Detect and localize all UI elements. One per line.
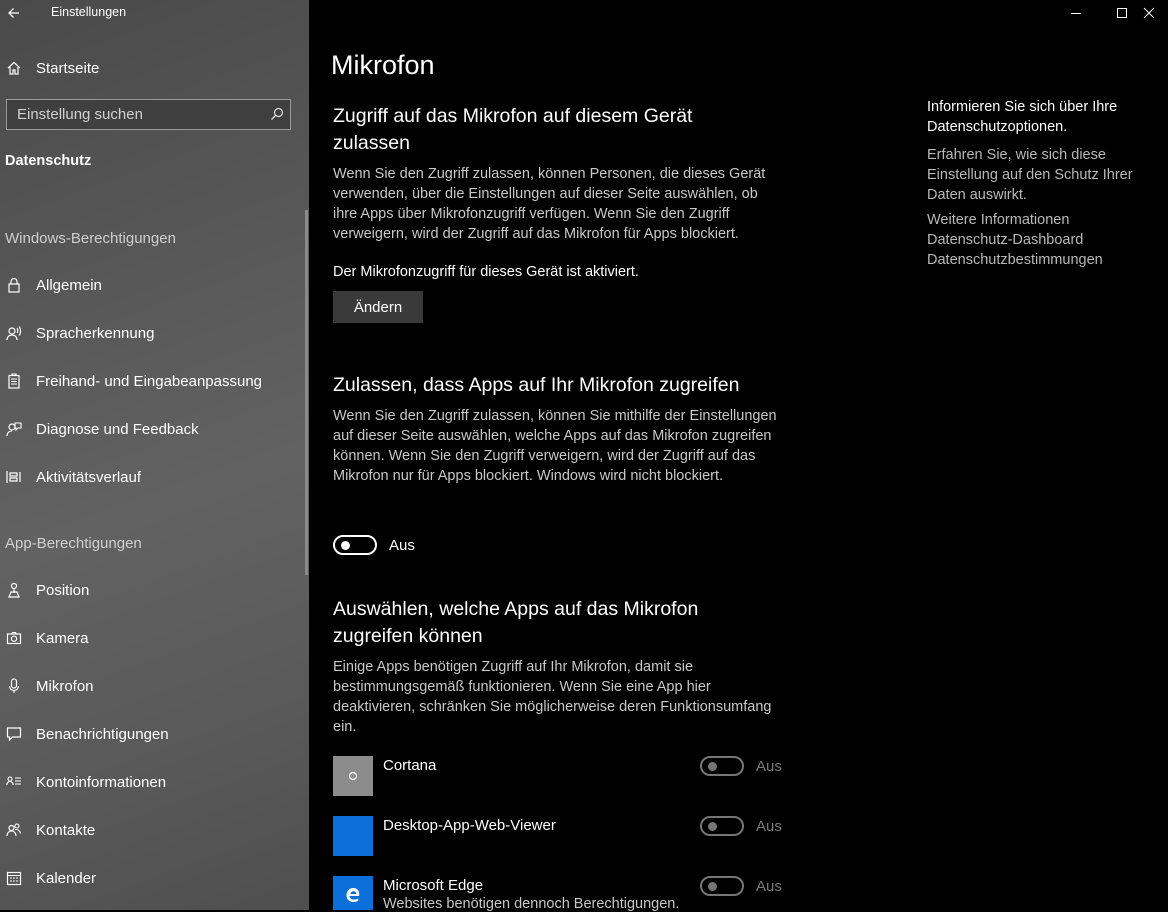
desktop-app-web-viewer-toggle[interactable] (700, 816, 744, 836)
microsoft-edge-toggle-label: Aus (756, 878, 782, 895)
window-title: Einstellungen (51, 5, 127, 19)
sidebar-item-position[interactable]: Position (0, 568, 300, 612)
minimize-button[interactable] (1053, 0, 1099, 26)
app-access-toggle[interactable] (333, 535, 377, 555)
sidebar-section-title: App-Berechtigungen (5, 535, 142, 552)
app-access-description: Wenn Sie den Zugriff zulassen, können Si… (333, 408, 777, 484)
privacy-info-heading: Informieren Sie sich über Ihre Datenschu… (927, 99, 1118, 135)
page-title: Mikrofon (331, 50, 435, 80)
clipboard-icon (5, 372, 23, 390)
sidebar-item-mikrofon[interactable]: Mikrofon (0, 664, 300, 708)
location-icon (5, 581, 23, 599)
app-access-toggle-label: Aus (389, 537, 415, 554)
account-info-icon (5, 773, 23, 791)
sidebar-item-label: Spracherkennung (36, 324, 155, 342)
privacy-info-text: Erfahren Sie, wie sich diese Einstellung… (927, 147, 1133, 203)
close-button[interactable] (1130, 0, 1168, 26)
choose-apps-description: Einige Apps benötigen Zugriff auf Ihr Mi… (333, 659, 772, 735)
app-name: Microsoft Edge (383, 877, 484, 894)
privacy-dashboard-link[interactable]: Datenschutz-Dashboard (927, 232, 1083, 248)
sidebar-item-label: Kontoinformationen (36, 773, 167, 791)
sidebar-item-label: Kontakte (36, 821, 96, 839)
microphone-icon (5, 677, 23, 695)
sidebar-item-label: Aktivitätsverlauf (36, 468, 142, 486)
sidebar-item-label: Mikrofon (36, 677, 94, 695)
change-button[interactable]: Ändern (333, 291, 423, 323)
sidebar-item-benachrichtigungen[interactable]: Benachrichtigungen (0, 712, 300, 756)
device-access-description: Wenn Sie den Zugriff zulassen, können Pe… (333, 166, 766, 242)
close-icon (1143, 7, 1155, 19)
cortana-toggle[interactable] (700, 756, 744, 776)
device-access-heading: Zugriff auf das Mikrofon auf diesem Gerä… (333, 105, 693, 154)
toggle-knob (341, 541, 350, 550)
sidebar-item-label: Startseite (36, 59, 100, 77)
sidebar-item-label: Freihand- und Eingabeanpassung (36, 372, 263, 390)
sidebar-item-diagnose[interactable]: Diagnose und Feedback (0, 407, 300, 451)
app-access-heading: Zulassen, dass Apps auf Ihr Mikrofon zug… (333, 374, 740, 396)
sidebar-item-label: Position (36, 581, 90, 599)
back-arrow-icon[interactable] (4, 2, 26, 24)
desktop-app-web-viewer-toggle-label: Aus (756, 818, 782, 835)
sidebar-item-aktivitaetsverlauf[interactable]: Aktivitätsverlauf (0, 455, 300, 499)
sidebar-section-title: Windows-Berechtigungen (5, 230, 176, 247)
more-info-link[interactable]: Weitere Informationen (927, 212, 1069, 228)
maximize-icon (1117, 8, 1127, 18)
toggle-knob (708, 822, 717, 831)
app-name: Cortana (383, 757, 437, 774)
speech-icon (5, 324, 23, 342)
privacy-statement-link[interactable]: Datenschutzbestimmungen (927, 252, 1103, 268)
sidebar-item-label: Kalender (36, 869, 97, 887)
home-icon (5, 59, 23, 77)
sidebar-item-kontakte[interactable]: Kontakte (0, 808, 300, 852)
settings-search-input[interactable]: Einstellung suchen (6, 99, 291, 130)
feedback-icon (5, 420, 23, 438)
sidebar-item-label: Benachrichtigungen (36, 725, 169, 743)
notification-icon (5, 725, 23, 743)
cortana-tile (333, 756, 373, 796)
lock-icon (5, 276, 23, 294)
edge-icon (346, 888, 360, 902)
microsoft-edge-tile (333, 876, 373, 910)
sidebar-item-kontoinformationen[interactable]: Kontoinformationen (0, 760, 300, 804)
calendar-icon (5, 869, 23, 887)
minimize-icon (1071, 13, 1081, 14)
sidebar-item-kamera[interactable]: Kamera (0, 616, 300, 660)
cortana-icon (348, 771, 358, 781)
sidebar-item-freihand[interactable]: Freihand- und Eingabeanpassung (0, 359, 300, 403)
sidebar-item-label: Allgemein (36, 276, 102, 294)
cortana-toggle-label: Aus (756, 758, 782, 775)
microsoft-edge-toggle[interactable] (700, 876, 744, 896)
sidebar-item-kalender[interactable]: Kalender (0, 856, 300, 900)
contacts-icon (5, 821, 23, 839)
sidebar-item-home[interactable]: Startseite (0, 46, 300, 90)
toggle-knob (708, 882, 717, 891)
search-placeholder: Einstellung suchen (17, 106, 143, 123)
sidebar: Einstellungen Startseite Einstellung suc… (0, 0, 309, 910)
sidebar-item-allgemein[interactable]: Allgemein (0, 263, 300, 307)
device-access-status: Der Mikrofonzugriff für dieses Gerät ist… (333, 264, 639, 280)
choose-apps-heading: Auswählen, welche Apps auf das Mikrofon … (333, 598, 699, 647)
desktop-app-web-viewer-tile (333, 816, 373, 856)
timeline-icon (5, 468, 23, 486)
sidebar-item-label: Diagnose und Feedback (36, 420, 199, 438)
app-name: Desktop-App-Web-Viewer (383, 817, 556, 834)
sidebar-item-label: Kamera (36, 629, 89, 647)
search-icon[interactable] (270, 107, 284, 121)
sidebar-scrollbar[interactable] (305, 210, 308, 575)
camera-icon (5, 629, 23, 647)
sidebar-category-title: Datenschutz (5, 153, 92, 169)
sidebar-item-spracherkennung[interactable]: Spracherkennung (0, 311, 300, 355)
toggle-knob (708, 762, 717, 771)
